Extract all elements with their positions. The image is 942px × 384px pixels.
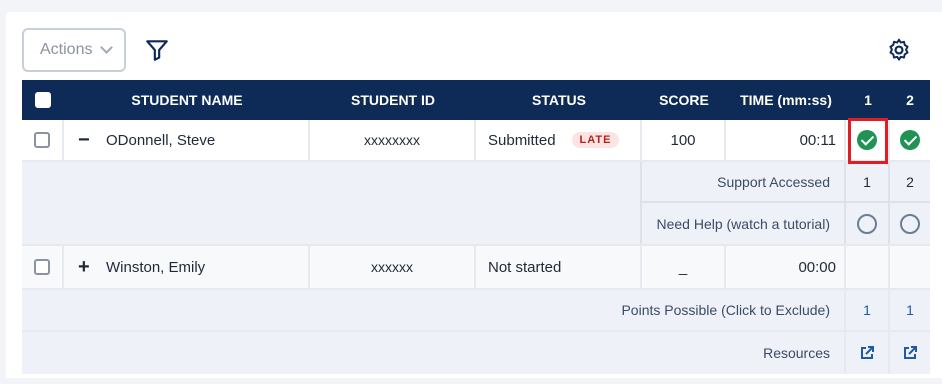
col-question-2[interactable]: 2	[890, 80, 930, 120]
resources-row: Resources	[22, 332, 930, 374]
question-2-cell	[890, 120, 930, 160]
points-possible-row: Points Possible (Click to Exclude) 1 1	[22, 290, 930, 332]
collapse-toggle[interactable]: −	[78, 129, 106, 152]
row-select-cell	[22, 120, 64, 160]
status-cell: Submitted LATE	[476, 120, 642, 160]
empty-circle-icon	[900, 213, 920, 234]
external-link-icon[interactable]	[902, 345, 918, 361]
empty-circle-icon	[857, 213, 877, 234]
need-help-label: Need Help (watch a tutorial)	[642, 203, 846, 244]
student-name-cell: − ODonnell, Steve	[64, 120, 310, 160]
check-circle-icon[interactable]	[900, 130, 920, 150]
score-value: _	[642, 246, 726, 288]
table-header: STUDENT NAME STUDENT ID STATUS SCORE TIM…	[22, 80, 930, 120]
chevron-down-icon	[100, 41, 114, 54]
col-status[interactable]: STATUS	[476, 80, 642, 120]
question-2-cell	[890, 246, 930, 288]
actions-label: Actions	[40, 41, 93, 58]
filter-icon[interactable]	[144, 37, 170, 63]
time-value: 00:11	[726, 120, 846, 160]
question-1-cell	[846, 246, 890, 288]
col-score[interactable]: SCORE	[642, 80, 726, 120]
need-help-q1	[846, 203, 890, 244]
need-help-q2	[890, 203, 930, 244]
row-checkbox[interactable]	[34, 259, 50, 275]
support-q1: 1	[846, 162, 890, 203]
time-value: 00:00	[726, 246, 846, 288]
points-q2: 1	[906, 302, 914, 318]
support-accessed-label: Support Accessed	[642, 162, 846, 203]
actions-dropdown[interactable]: Actions	[22, 28, 126, 72]
status-text: Not started	[476, 246, 642, 288]
resource-q1	[846, 332, 890, 374]
score-value: 100	[642, 120, 726, 160]
student-name[interactable]: ODonnell, Steve	[106, 132, 215, 149]
col-time[interactable]: TIME (mm:ss)	[726, 80, 846, 120]
student-name[interactable]: Winston, Emily	[106, 259, 205, 276]
late-badge: LATE	[571, 132, 620, 148]
table-row: − ODonnell, Steve xxxxxxxx Submitted LAT…	[22, 120, 930, 162]
student-name-cell: + Winston, Emily	[64, 246, 310, 288]
col-student-id[interactable]: STUDENT ID	[310, 80, 476, 120]
select-all-cell	[22, 80, 64, 120]
detail-spacer	[22, 162, 642, 244]
support-q2: 2	[890, 162, 930, 203]
highlight-box	[848, 118, 888, 164]
row-checkbox[interactable]	[34, 132, 50, 148]
table-row: + Winston, Emily xxxxxx Not started _ 00…	[22, 246, 930, 290]
col-question-1[interactable]: 1	[846, 80, 890, 120]
expand-toggle[interactable]: +	[78, 256, 106, 279]
select-all-checkbox[interactable]	[35, 92, 51, 108]
points-q1: 1	[846, 290, 890, 330]
status-text: Submitted	[488, 131, 556, 149]
points-possible-label: Points Possible (Click to Exclude)	[22, 290, 846, 330]
gear-icon[interactable]	[886, 37, 912, 63]
student-detail-panel: Support Accessed 1 2 Need Help (watch a …	[22, 162, 930, 246]
external-link-icon[interactable]	[859, 345, 875, 361]
resources-label: Resources	[22, 332, 846, 374]
resource-q2	[890, 332, 930, 374]
student-id: xxxxxx	[310, 246, 476, 288]
student-id: xxxxxxxx	[310, 120, 476, 160]
col-student-name[interactable]: STUDENT NAME	[64, 80, 310, 120]
row-select-cell	[22, 246, 64, 288]
